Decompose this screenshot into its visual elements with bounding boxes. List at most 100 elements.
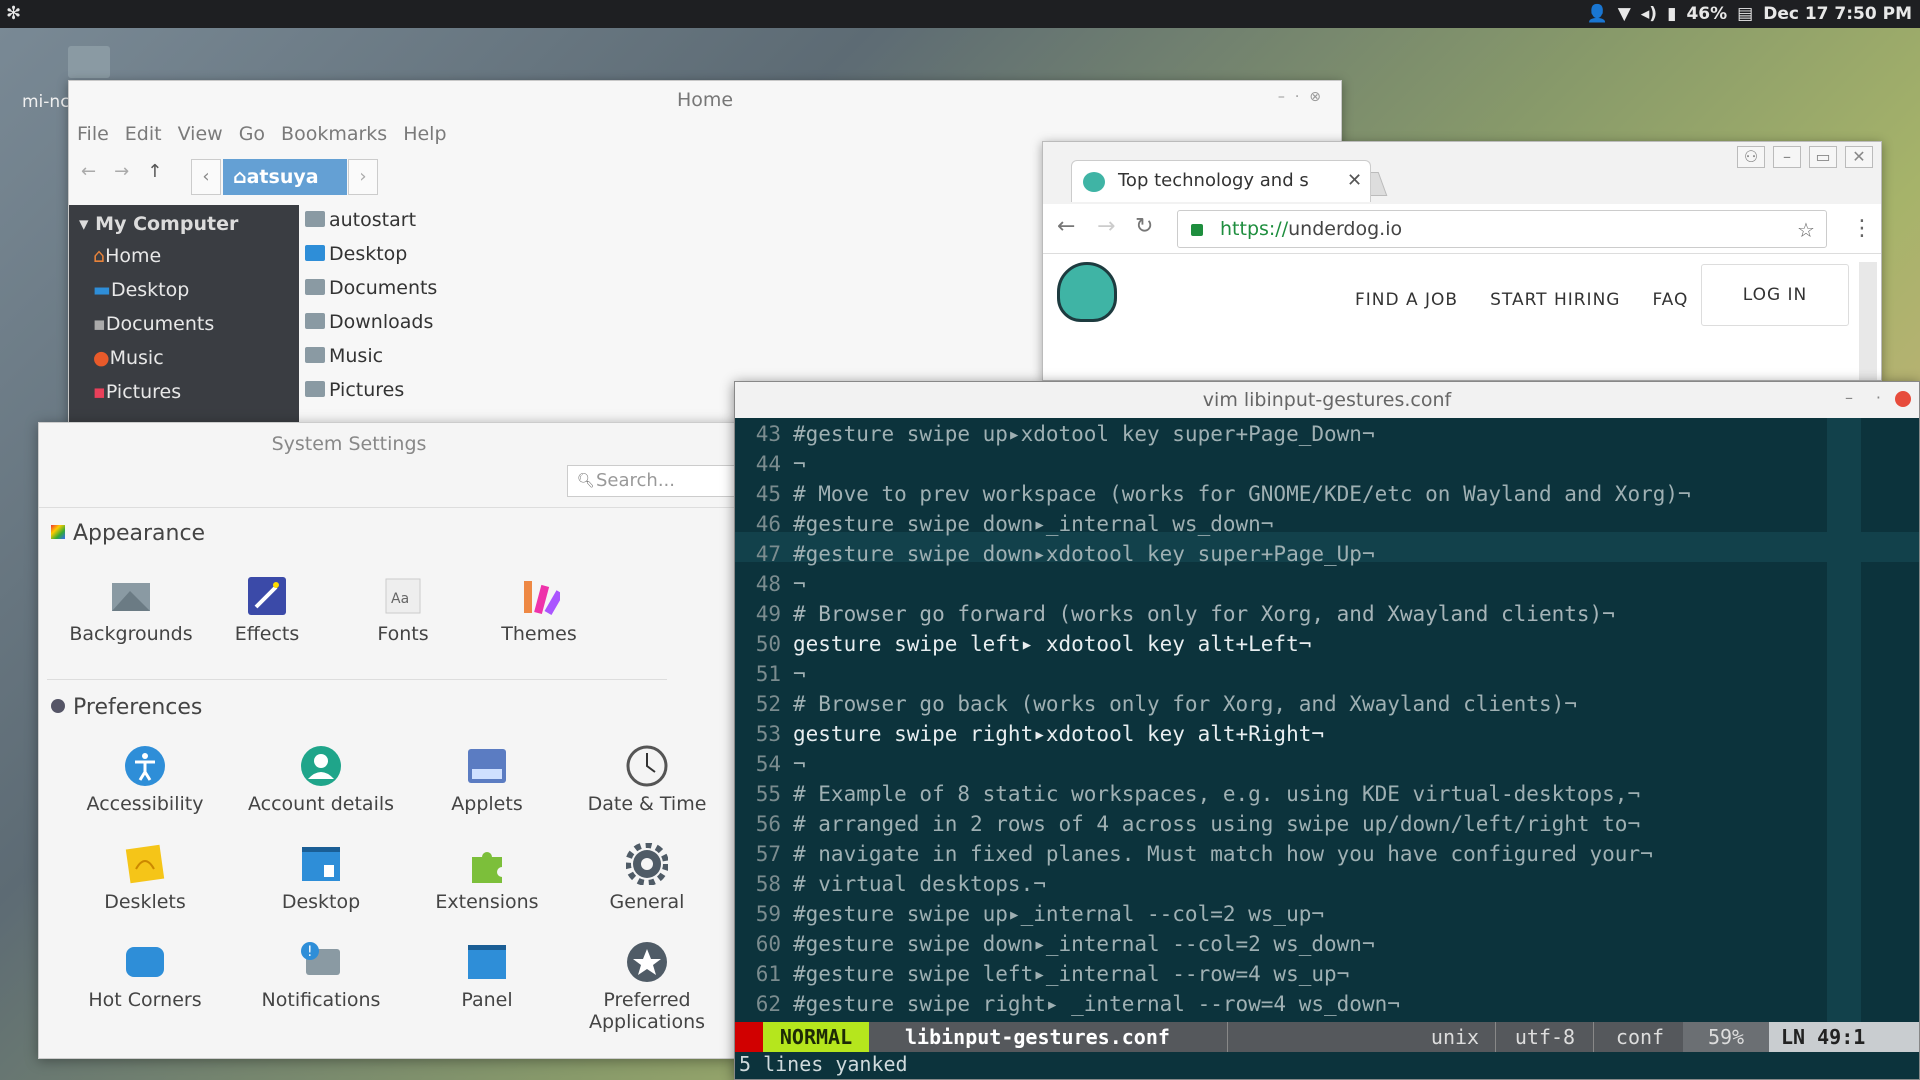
wifi-icon[interactable]: ▼ xyxy=(1618,4,1631,24)
editor-line[interactable]: 50 gesture swipe left▸ xdotool key alt+Le… xyxy=(741,632,1312,662)
desktop-icon: ▬ xyxy=(93,279,111,301)
editor-line[interactable]: 46 #gesture swipe down▸_internal ws_down¬ xyxy=(741,512,1274,542)
sidebar-item-music[interactable]: ●Music xyxy=(93,347,164,369)
close-icon[interactable] xyxy=(1895,391,1911,407)
sidebar-header[interactable]: ▾ My Computer xyxy=(79,213,238,235)
breadcrumb-home[interactable]: ⌂atsuya xyxy=(223,159,347,195)
settings-fonts[interactable]: Aa Fonts xyxy=(333,575,473,645)
settings-panel[interactable]: Panel xyxy=(417,941,557,1011)
list-item[interactable]: Music xyxy=(305,345,383,367)
editor-line[interactable]: 55 # Example of 8 static workspaces, e.g.… xyxy=(741,782,1640,812)
minimize-icon[interactable]: – xyxy=(1773,146,1801,168)
editor-line[interactable]: 59 #gesture swipe up▸_internal --col=2 ws… xyxy=(741,902,1324,932)
settings-preferred-applications[interactable]: Preferred Applications xyxy=(577,941,717,1033)
nav-find-a-job[interactable]: FIND A JOB xyxy=(1355,290,1458,310)
breadcrumb-label: atsuya xyxy=(246,166,319,188)
keyboard-icon[interactable]: ▤ xyxy=(1737,4,1753,24)
editor-line[interactable]: 54 ¬ xyxy=(741,752,806,782)
editor-line[interactable]: 61 #gesture swipe left▸_internal --row=4 … xyxy=(741,962,1350,992)
editor-line[interactable]: 62 #gesture swipe right▸ _internal --row=… xyxy=(741,992,1400,1022)
settings-desklets[interactable]: Desklets xyxy=(75,843,215,913)
settings-notifications[interactable]: ! Notifications xyxy=(251,941,391,1011)
maximize-icon[interactable]: ▭ xyxy=(1809,146,1837,168)
editor-line[interactable]: 44 ¬ xyxy=(741,452,806,482)
underdog-logo-icon[interactable] xyxy=(1057,262,1117,322)
editor-line[interactable]: 56 # arranged in 2 rows of 4 across using… xyxy=(741,812,1640,842)
menu-help[interactable]: Help xyxy=(403,123,446,145)
up-arrow-icon[interactable]: ↑ xyxy=(147,161,162,182)
volume-icon[interactable]: ◂) xyxy=(1641,4,1657,24)
back-arrow-icon[interactable]: ← xyxy=(1057,214,1075,239)
desktop-folder-label[interactable]: mi-nc xyxy=(22,92,70,112)
line-number: 52 xyxy=(755,692,781,716)
editor-line[interactable]: 57 # navigate in fixed planes. Must match… xyxy=(741,842,1653,872)
editor-line[interactable]: 45 # Move to prev workspace (works for GN… xyxy=(741,482,1691,512)
forward-arrow-icon[interactable]: → xyxy=(114,161,129,182)
list-item[interactable]: Downloads xyxy=(305,311,433,333)
editor-line[interactable]: 60 #gesture swipe down▸_internal --col=2 … xyxy=(741,932,1375,962)
settings-effects[interactable]: Effects xyxy=(197,575,337,645)
profile-icon[interactable]: ⚇ xyxy=(1737,146,1765,168)
editor-line[interactable]: 43 #gesture swipe up▸xdotool key super+Pa… xyxy=(741,422,1375,452)
status-position: LN 49:1 xyxy=(1769,1022,1919,1052)
list-item[interactable]: Documents xyxy=(305,277,437,299)
settings-account-details[interactable]: Account details xyxy=(241,745,401,815)
settings-desktop[interactable]: Desktop xyxy=(251,843,391,913)
back-arrow-icon[interactable]: ← xyxy=(81,161,96,182)
maximize-icon[interactable]: · xyxy=(1876,388,1881,407)
settings-date-time[interactable]: Date & Time xyxy=(577,745,717,815)
minimize-icon[interactable]: – xyxy=(1845,388,1853,407)
settings-extensions[interactable]: Extensions xyxy=(417,843,557,913)
chevron-right-icon[interactable]: › xyxy=(348,159,378,195)
more-vert-icon[interactable]: ⋮ xyxy=(1851,216,1873,241)
editor-line[interactable]: 58 # virtual desktops.¬ xyxy=(741,872,1046,902)
lock-icon[interactable] xyxy=(1191,224,1203,236)
editor-line[interactable]: 53 gesture swipe right▸xdotool key alt+Ri… xyxy=(741,722,1324,752)
sidebar-item-home[interactable]: ⌂Home xyxy=(93,245,161,267)
browser-tab[interactable]: Top technology and s xyxy=(1071,160,1371,202)
list-item[interactable]: Desktop xyxy=(305,243,407,265)
settings-accessibility[interactable]: Accessibility xyxy=(75,745,215,815)
star-icon[interactable]: ☆ xyxy=(1797,218,1815,242)
close-window-icon[interactable]: ✕ xyxy=(1845,146,1873,168)
close-icon[interactable]: ✕ xyxy=(1347,170,1362,191)
chevron-left-icon[interactable]: ‹ xyxy=(191,159,221,195)
svg-text:Aa: Aa xyxy=(391,591,409,607)
settings-general[interactable]: General xyxy=(577,843,717,913)
forward-arrow-icon[interactable]: → xyxy=(1097,214,1115,239)
settings-hot-corners[interactable]: Hot Corners xyxy=(75,941,215,1011)
window-controls[interactable]: –·⊗ xyxy=(1278,89,1331,105)
cursor-column xyxy=(1827,418,1861,1022)
reload-icon[interactable]: ↻ xyxy=(1135,214,1153,239)
editor-line[interactable]: 47 #gesture swipe down▸xdotool key super+… xyxy=(741,542,1375,572)
battery-icon[interactable]: ▮ xyxy=(1667,4,1676,24)
settings-themes[interactable]: Themes xyxy=(469,575,609,645)
sidebar-item-desktop[interactable]: ▬Desktop xyxy=(93,279,189,301)
settings-applets[interactable]: Applets xyxy=(417,745,557,815)
user-icon[interactable]: 👤 xyxy=(1587,4,1608,24)
menu-edit[interactable]: Edit xyxy=(125,123,162,145)
menu-view[interactable]: View xyxy=(178,123,223,145)
editor-line[interactable]: 49 # Browser go forward (works only for X… xyxy=(741,602,1615,632)
scrollbar[interactable] xyxy=(1859,262,1877,380)
list-item[interactable]: autostart xyxy=(305,209,416,231)
login-button[interactable]: LOG IN xyxy=(1701,264,1849,326)
gear-icon[interactable]: ✻ xyxy=(6,3,21,24)
nav-faq[interactable]: FAQ xyxy=(1652,290,1688,310)
desktop-folder-icon[interactable] xyxy=(68,46,110,78)
sidebar-item-documents[interactable]: ▪Documents xyxy=(93,313,214,335)
settings-backgrounds[interactable]: Backgrounds xyxy=(61,575,201,645)
editor-line[interactable]: 51 ¬ xyxy=(741,662,806,692)
editor-line[interactable]: 48 ¬ xyxy=(741,572,806,602)
menu-file[interactable]: File xyxy=(77,123,109,145)
star-icon xyxy=(627,942,667,982)
list-item[interactable]: Pictures xyxy=(305,379,404,401)
menu-bookmarks[interactable]: Bookmarks xyxy=(281,123,387,145)
sidebar-item-pictures[interactable]: ▪Pictures xyxy=(93,381,181,403)
clock[interactable]: Dec 17 7:50 PM xyxy=(1763,4,1912,24)
editor-line[interactable]: 52 # Browser go back (works only for Xorg… xyxy=(741,692,1577,722)
address-bar[interactable]: https://underdog.io xyxy=(1177,210,1827,248)
menu-go[interactable]: Go xyxy=(239,123,265,145)
nav-start-hiring[interactable]: START HIRING xyxy=(1490,290,1620,310)
line-text: ¬ xyxy=(793,452,806,476)
